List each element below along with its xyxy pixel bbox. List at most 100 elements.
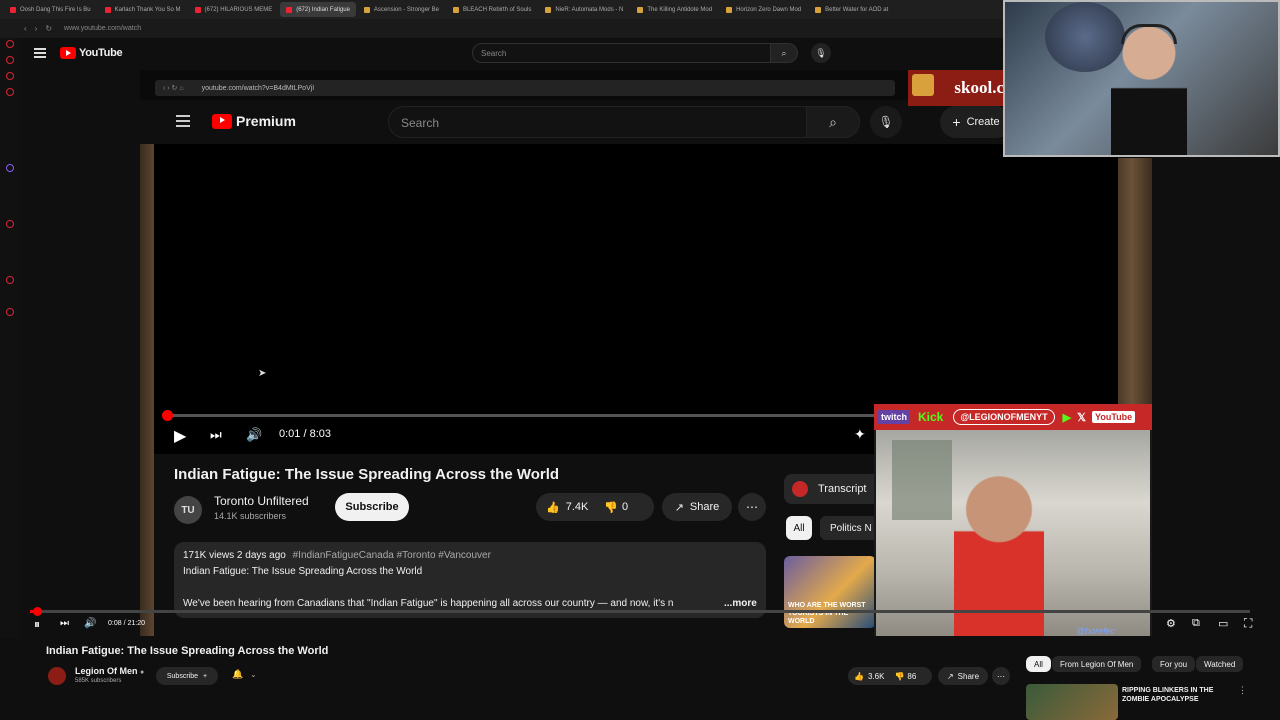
browser-tab[interactable]: (672) HILARIOUS MEME	[189, 2, 279, 17]
sidebar-app-icon[interactable]	[6, 164, 14, 172]
next-icon[interactable]: ⏭	[60, 618, 69, 629]
sidebar-app-icon[interactable]	[6, 72, 14, 80]
youtube-logo[interactable]: YouTube	[60, 47, 123, 59]
window-shape	[892, 440, 952, 520]
inner-desc-more: ...more	[724, 598, 757, 609]
youtube-favicon-icon	[286, 6, 293, 13]
menu-icon[interactable]	[34, 48, 46, 58]
outer-video-meta: Indian Fatigue: The Issue Spreading Acro…	[20, 638, 1280, 720]
sidebar-app-icon[interactable]	[6, 56, 14, 64]
inner-create-button: + Create	[940, 106, 1012, 138]
inner-share-label: Share	[689, 501, 720, 513]
outer-share-button[interactable]: ↗ Share	[938, 667, 988, 685]
bell-icon[interactable]: 🔔	[232, 669, 243, 680]
address-url[interactable]: www.youtube.com/watch	[64, 25, 141, 32]
settings-icon[interactable]: ⚙	[1166, 617, 1176, 630]
browser-tab[interactable]: Better Water for AOD at	[809, 2, 894, 17]
sidebar-app-icon[interactable]	[6, 88, 14, 96]
outer-share-label: Share	[957, 671, 980, 681]
search-icon: ⌕	[781, 47, 787, 58]
browser-tab[interactable]: Ascension - Stronger Be	[358, 2, 445, 17]
browser-tab[interactable]: BLEACH Rebirth of Souls	[447, 2, 537, 17]
folder-icon	[363, 6, 370, 13]
inner-create-label: Create	[966, 116, 1000, 128]
sidebar-app-icon[interactable]	[6, 276, 14, 284]
browser-tab[interactable]: Oosh Dang This Fire Is Bu	[4, 2, 97, 17]
chevron-down-icon[interactable]: ⌄	[250, 670, 257, 679]
chip-watched[interactable]: Watched	[1196, 656, 1244, 672]
voice-search-button[interactable]: 🎙	[811, 43, 831, 63]
outer-video-title: Indian Fatigue: The Issue Spreading Acro…	[46, 645, 329, 657]
browser-tab[interactable]: NieR: Automata Mods - N	[539, 2, 629, 17]
inner-transcript-label: Transcript	[818, 483, 867, 495]
browser-tab-label: Horizon Zero Dawn Mod	[736, 6, 802, 13]
recommended-thumbnail[interactable]	[1026, 684, 1118, 720]
dislike-icon[interactable]: 👎	[894, 672, 904, 681]
inner-youtube-logo-icon	[212, 113, 232, 129]
chip-from-channel[interactable]: From Legion Of Men	[1052, 656, 1142, 672]
youtube-logo-text: YouTube	[79, 47, 123, 59]
like-icon[interactable]: 👍	[854, 672, 864, 681]
outer-dislike-count: 86	[907, 671, 917, 681]
theater-mode-icon[interactable]: ▭	[1218, 617, 1228, 630]
outer-channel-avatar[interactable]	[48, 667, 66, 685]
inner-like-icon: 👍	[546, 501, 560, 514]
search-button[interactable]: ⌕	[770, 43, 798, 63]
browser-tab[interactable]: The Killing Antidote Mod	[631, 2, 718, 17]
inner-channel-avatar: TU	[174, 496, 202, 524]
outer-channel-name-row[interactable]: Legion Of Men ●	[75, 666, 144, 676]
browser-tab-label: The Killing Antidote Mod	[647, 6, 713, 13]
twitch-icon: twitch	[878, 410, 910, 424]
volume-icon[interactable]: 🔊	[84, 618, 96, 629]
youtube-favicon-icon	[10, 6, 16, 13]
outer-subscribe-button[interactable]: Subscribe +	[156, 667, 218, 685]
share-icon: ↗	[674, 501, 684, 514]
back-icon[interactable]: ‹	[24, 24, 27, 33]
inner-desc-stats: 171K views 2 days ago	[183, 550, 286, 561]
sidebar-app-icon[interactable]	[6, 308, 14, 316]
pause-icon[interactable]: ⏸	[34, 617, 40, 632]
guest-video-feed: @borefec	[876, 430, 1150, 636]
search-input[interactable]: Search	[472, 43, 772, 63]
browser-tab[interactable]: Karlach Thank You So M	[99, 2, 187, 17]
recommended-title[interactable]: RIPPING BLINKERS IN THE ZOMBIE APOCALYPS…	[1122, 686, 1232, 704]
folder-icon	[815, 6, 822, 13]
rumble-icon: ▶	[1062, 411, 1072, 424]
kick-icon: Kick	[918, 410, 944, 424]
browser-tab[interactable]: (672) Indian Fatigue	[280, 2, 356, 17]
browser-tab-label: NieR: Automata Mods - N	[555, 6, 624, 13]
guest-webcam-overlay: twitch Kick @LEGIONOFMENYT ▶ 𝕏 YouTube @…	[874, 404, 1152, 636]
outer-progress-bar[interactable]	[30, 607, 1250, 616]
browser-tab-label: Ascension - Stronger Be	[373, 6, 439, 13]
forward-icon[interactable]: ›	[35, 24, 38, 33]
transcript-icon	[792, 481, 808, 497]
chip-all[interactable]: All	[1026, 656, 1051, 672]
inner-more-icon: ⋯	[738, 493, 766, 521]
inner-youtube-premium-logo: Premium	[212, 113, 296, 129]
browser-tab[interactable]: Horizon Zero Dawn Mod	[720, 2, 807, 17]
fullscreen-icon[interactable]: ⛶	[1244, 616, 1252, 631]
browser-tab-label: BLEACH Rebirth of Souls	[462, 6, 532, 13]
outer-time-display: 0:08 / 21:20	[108, 620, 145, 627]
inner-share-button: ↗ Share	[662, 493, 732, 521]
inner-search-input: Search	[388, 106, 808, 138]
social-handles-bar: twitch Kick @LEGIONOFMENYT ▶ 𝕏 YouTube	[874, 404, 1152, 430]
outer-channel-subs: 585K subscribers	[75, 678, 122, 684]
recommended-more-icon[interactable]: ⋮	[1238, 685, 1247, 696]
inner-description-box: 171K views 2 days ago #IndianFatigueCana…	[174, 542, 766, 618]
miniplayer-icon[interactable]: ⧉	[1192, 617, 1200, 630]
outer-more-icon[interactable]: ⋯	[992, 667, 1010, 685]
inner-progress-bar	[162, 410, 885, 421]
browser-nav-buttons: ‹ › ↻	[24, 24, 52, 33]
reload-icon[interactable]: ↻	[45, 24, 52, 33]
outer-player-controls: ⏸ ⏭ 🔊 0:08 / 21:20 ⚙ ⧉ ▭ ⛶	[20, 614, 1280, 636]
sidebar-app-icon[interactable]	[6, 40, 14, 48]
inner-address-url: youtube.com/watch?v=B4dMtLPoVjI	[201, 84, 315, 92]
chip-for-you[interactable]: For you	[1152, 656, 1196, 672]
sidebar-app-icon[interactable]	[6, 220, 14, 228]
plus-icon: +	[203, 672, 208, 680]
outer-channel-name: Legion Of Men	[75, 666, 138, 676]
inner-like-dislike: 👍 7.4K 👎 0	[536, 493, 654, 521]
inner-video-title: Indian Fatigue: The Issue Spreading Acro…	[174, 466, 560, 483]
outer-like-dislike[interactable]: 👍 3.6K 👎 86	[848, 667, 932, 685]
